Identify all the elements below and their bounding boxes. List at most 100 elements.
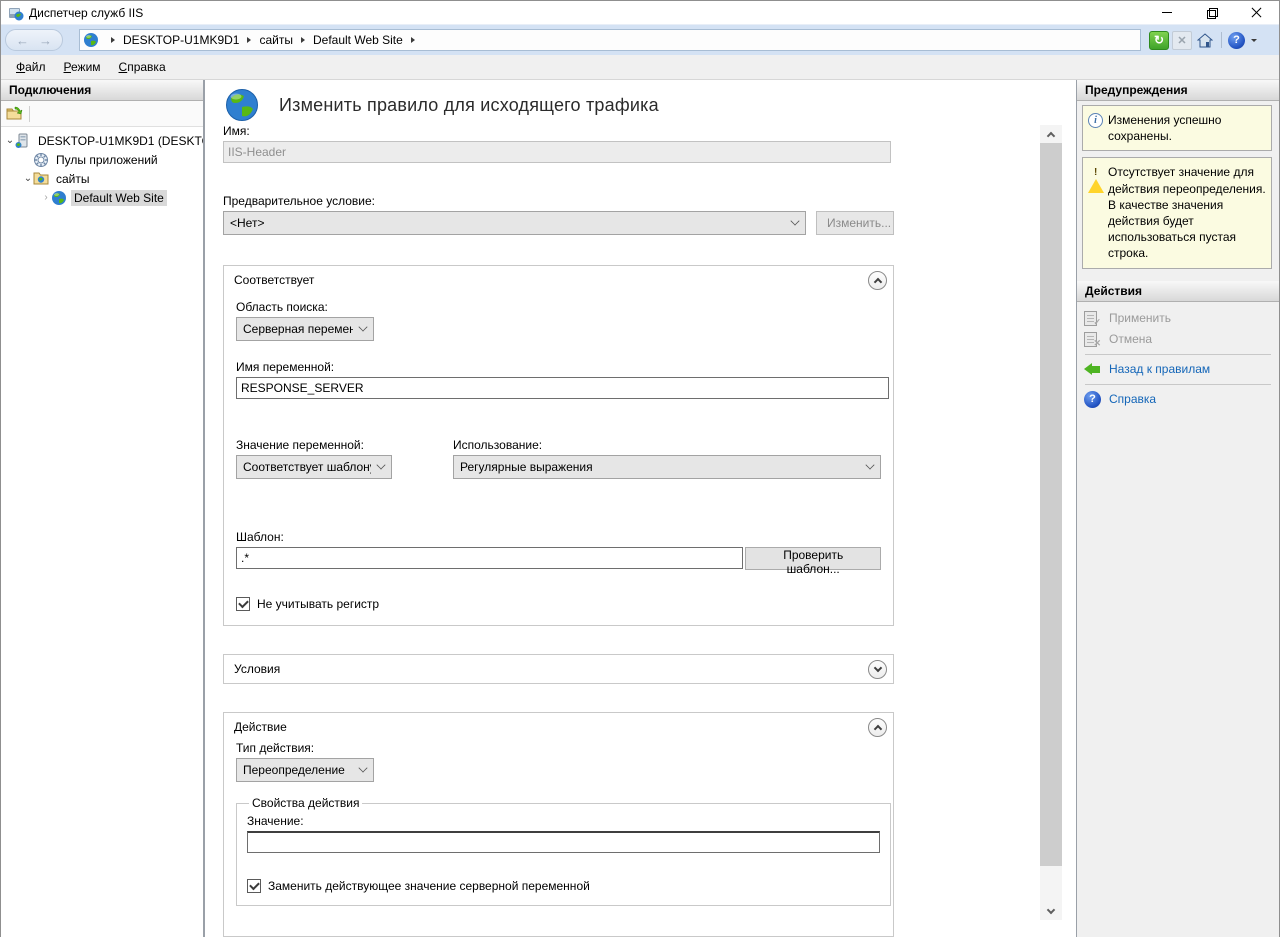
precondition-label: Предварительное условие: [223, 194, 894, 208]
match-section: Соответствует Область поиска: Серверная … [223, 265, 894, 626]
test-pattern-button[interactable]: Проверить шаблон... [745, 547, 881, 570]
breadcrumb-item-server[interactable]: DESKTOP-U1MK9D1 [123, 33, 239, 47]
chevron-down-icon[interactable]: ⌄ [5, 135, 15, 146]
apply-label: Применить [1109, 311, 1171, 325]
cancel-label: Отмена [1109, 332, 1152, 346]
refresh-icon[interactable]: ↻ [1149, 31, 1169, 50]
chevron-down-icon [873, 663, 881, 671]
restore-icon [1207, 8, 1217, 18]
expand-button[interactable] [868, 660, 887, 679]
precondition-select[interactable]: <Нет> [223, 211, 806, 235]
separator [1085, 384, 1271, 385]
tree-item-sites[interactable]: ⌄ сайты [1, 169, 203, 188]
chevron-down-icon [790, 216, 799, 225]
chevron-down-icon [1047, 905, 1055, 913]
match-section-title: Соответствует [234, 273, 868, 287]
action-value-label: Значение: [247, 814, 880, 828]
ignore-case-checkbox[interactable] [236, 597, 250, 611]
action-section-title: Действие [234, 720, 868, 734]
tree-item-server[interactable]: ⌄ DESKTOP-U1MK9D1 (DESKTOP [1, 131, 203, 150]
collapse-button[interactable] [868, 271, 887, 290]
apply-button[interactable]: ✓ Применить [1077, 308, 1279, 329]
back-to-rules-link[interactable]: Назад к правилам [1077, 359, 1279, 380]
action-type-value: Переопределение [243, 763, 353, 777]
nav-pill: ← → [5, 29, 63, 51]
help-icon[interactable]: ? [1228, 32, 1245, 49]
pattern-field[interactable] [236, 547, 743, 569]
replace-value-label: Заменить действующее значение серверной … [268, 879, 590, 893]
using-select[interactable]: Регулярные выражения [453, 455, 881, 479]
action-value-field[interactable] [247, 831, 880, 853]
connections-tree: ⌄ DESKTOP-U1MK9D1 (DESKTOP Пулы приложен… [1, 127, 203, 207]
breadcrumb-item-sites[interactable]: сайты [259, 33, 293, 47]
variable-name-field[interactable] [236, 377, 889, 399]
variable-value-select[interactable]: Соответствует шаблону [236, 455, 392, 479]
match-section-header[interactable]: Соответствует [224, 266, 893, 294]
connections-header: Подключения [1, 80, 203, 101]
tree-item-app-pools[interactable]: Пулы приложений [1, 150, 203, 169]
breadcrumb[interactable]: DESKTOP-U1MK9D1 сайты Default Web Site [79, 29, 1141, 51]
save-connection-icon[interactable] [6, 106, 23, 121]
help-label: Справка [1109, 392, 1156, 406]
collapse-button[interactable] [868, 718, 887, 737]
right-panel: Предупреждения i Изменения успешно сохра… [1076, 80, 1279, 937]
title-bar: Диспетчер служб IIS [1, 1, 1279, 24]
toolbar-separator [1221, 32, 1222, 48]
scrollbar-thumb[interactable] [1040, 143, 1062, 866]
menu-view[interactable]: Режим [55, 57, 110, 77]
chevron-up-icon [1047, 131, 1055, 139]
server-icon [15, 133, 32, 149]
address-bar: ← → DESKTOP-U1MK9D1 сайты Default Web Si… [1, 24, 1279, 55]
variable-value-label: Значение переменной: [236, 438, 453, 452]
chevron-down-icon [865, 460, 874, 469]
cancel-icon: ✕ [1084, 332, 1097, 347]
home-icon[interactable] [1195, 31, 1215, 50]
variable-name-label: Имя переменной: [236, 360, 881, 374]
info-icon: i [1088, 113, 1103, 128]
tree-item-label: сайты [53, 171, 93, 187]
cancel-button[interactable]: ✕ Отмена [1077, 329, 1279, 350]
menu-file[interactable]: Файл [7, 57, 55, 77]
action-properties-legend: Свойства действия [249, 796, 362, 810]
restore-button[interactable] [1189, 1, 1234, 24]
warning-icon [1088, 165, 1104, 193]
forward-button[interactable]: → [39, 34, 52, 47]
close-button[interactable] [1234, 1, 1279, 24]
edit-precondition-button[interactable]: Изменить... [816, 211, 894, 235]
using-label: Использование: [453, 438, 881, 452]
action-section-header[interactable]: Действие [224, 713, 893, 741]
breadcrumb-item-default-web-site[interactable]: Default Web Site [313, 33, 403, 47]
scrollbar[interactable] [1040, 125, 1062, 920]
scroll-down-button[interactable] [1040, 902, 1062, 920]
back-button[interactable]: ← [16, 34, 29, 47]
scope-select[interactable]: Серверная переменн [236, 317, 374, 341]
alert-text: Изменения успешно сохранены. [1108, 112, 1267, 144]
action-type-label: Тип действия: [236, 741, 881, 755]
page-globe-icon [225, 88, 259, 122]
chevron-down-icon[interactable]: ⌄ [23, 173, 33, 184]
conditions-section: Условия [223, 654, 894, 684]
breadcrumb-separator-icon [247, 37, 251, 43]
pattern-label: Шаблон: [236, 530, 881, 544]
alert-warning: Отсутствует значение для действия переоп… [1082, 157, 1272, 268]
using-value: Регулярные выражения [460, 460, 860, 474]
action-type-select[interactable]: Переопределение [236, 758, 374, 782]
minimize-icon [1162, 12, 1172, 13]
tree-item-label: DESKTOP-U1MK9D1 (DESKTOP [35, 133, 203, 149]
help-link[interactable]: ? Справка [1077, 389, 1279, 410]
precondition-value: <Нет> [230, 216, 785, 230]
help-dropdown-icon[interactable] [1251, 39, 1257, 42]
alert-text: Отсутствует значение для действия переоп… [1108, 164, 1267, 261]
minimize-button[interactable] [1144, 1, 1189, 24]
scroll-up-button[interactable] [1040, 125, 1062, 143]
tree-item-default-web-site[interactable]: › Default Web Site [1, 188, 203, 207]
menu-help[interactable]: Справка [110, 57, 175, 77]
chevron-right-icon[interactable]: › [41, 192, 51, 203]
breadcrumb-separator-icon [111, 37, 115, 43]
action-section: Действие Тип действия: Переопределение С… [223, 712, 894, 937]
ignore-case-label: Не учитывать регистр [257, 597, 379, 611]
replace-value-checkbox[interactable] [247, 879, 261, 893]
name-label: Имя: [223, 124, 894, 138]
conditions-section-header[interactable]: Условия [224, 655, 893, 683]
toolbar-separator [29, 106, 30, 122]
